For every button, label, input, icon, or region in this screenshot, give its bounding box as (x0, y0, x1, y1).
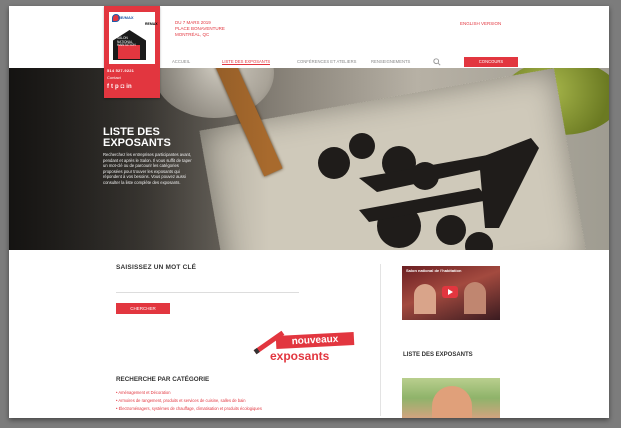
hero-description: Recherchez les entreprises participantes… (103, 152, 192, 185)
phone-number[interactable]: 514 527-9221 (107, 68, 134, 73)
browser-page: LISTE DES EXPOSANTS Recherchez les entre… (9, 6, 609, 418)
category-link[interactable]: Électroménagers, systèmes de chauffage, … (116, 405, 262, 413)
logo-brand-small: RE/MAX (118, 15, 134, 20)
nav-item-exhibitors[interactable]: LISTE DES EXPOSANTS (222, 59, 271, 65)
search-button[interactable]: CHERCHER (116, 303, 170, 314)
logo-tagline-line: HABITATION (117, 43, 136, 48)
language-switch-link[interactable]: ENGLISH VERSION (460, 21, 501, 26)
nav-item-info[interactable]: RENSEIGNEMENTS (371, 59, 410, 64)
category-link[interactable]: Aménagement et Décoration (116, 389, 262, 397)
badge-bottom-text: exposants (270, 349, 330, 363)
contact-link[interactable]: Contact (107, 75, 121, 80)
nav-item-conferences[interactable]: CONFÉRENCES ET ATELIERS (297, 59, 356, 64)
facebook-icon[interactable]: f (107, 84, 109, 91)
search-icon[interactable] (433, 58, 441, 66)
instagram-icon[interactable]: ◘ (121, 84, 125, 91)
keyword-heading: SAISISSEZ UN MOT CLÉ (116, 264, 197, 271)
hero-sculpture-image (318, 133, 539, 250)
linkedin-icon[interactable]: in (126, 84, 131, 91)
category-link[interactable]: Armoires de rangement, produits et servi… (116, 397, 262, 405)
play-icon[interactable] (442, 286, 458, 298)
category-heading: RECHERCHE PAR CATÉGORIE (116, 376, 210, 383)
new-exhibitors-badge[interactable]: nouveaux exposants (252, 330, 362, 366)
event-info: DU 7 MARS 2019 PLACE BONAVENTURE MONTRÉA… (175, 20, 225, 38)
video-person-image (414, 284, 436, 314)
badge-top-text: nouveaux (275, 331, 355, 350)
video-thumbnail[interactable]: Salon national de l'habitation (402, 266, 500, 320)
category-list: Aménagement et Décoration Armoires de ra… (116, 389, 262, 413)
thumbnail-person-image (432, 386, 472, 418)
keyword-search-input[interactable] (116, 277, 299, 293)
main-nav: ACCUEIL LISTE DES EXPOSANTS CONFÉRENCES … (9, 57, 609, 67)
sidebar-thumbnail[interactable] (402, 378, 500, 418)
contest-button[interactable]: CONCOURS (464, 57, 518, 67)
twitter-icon[interactable]: t (111, 84, 113, 91)
logo-brand-right: REMAX (145, 22, 158, 26)
hero-banner: LISTE DES EXPOSANTS Recherchez les entre… (9, 68, 609, 250)
site-logo[interactable]: RE/MAX REMAX SALON NATIONAL HABITATION 5… (104, 6, 160, 98)
sidebar-heading: LISTE DES EXPOSANTS (403, 352, 473, 358)
hero-title: LISTE DES EXPOSANTS (103, 126, 171, 149)
nav-item-home[interactable]: ACCUEIL (172, 59, 190, 64)
social-links: f t p ◘ in (107, 84, 132, 91)
video-title: Salon national de l'habitation (406, 268, 462, 273)
video-person-image (464, 282, 486, 314)
logo-mark: RE/MAX REMAX SALON NATIONAL HABITATION (109, 12, 158, 64)
event-city: MONTRÉAL, QC (175, 32, 210, 37)
column-divider (380, 264, 381, 416)
logo-tagline: SALON NATIONAL HABITATION (117, 36, 147, 48)
pinterest-icon[interactable]: p (115, 84, 119, 91)
